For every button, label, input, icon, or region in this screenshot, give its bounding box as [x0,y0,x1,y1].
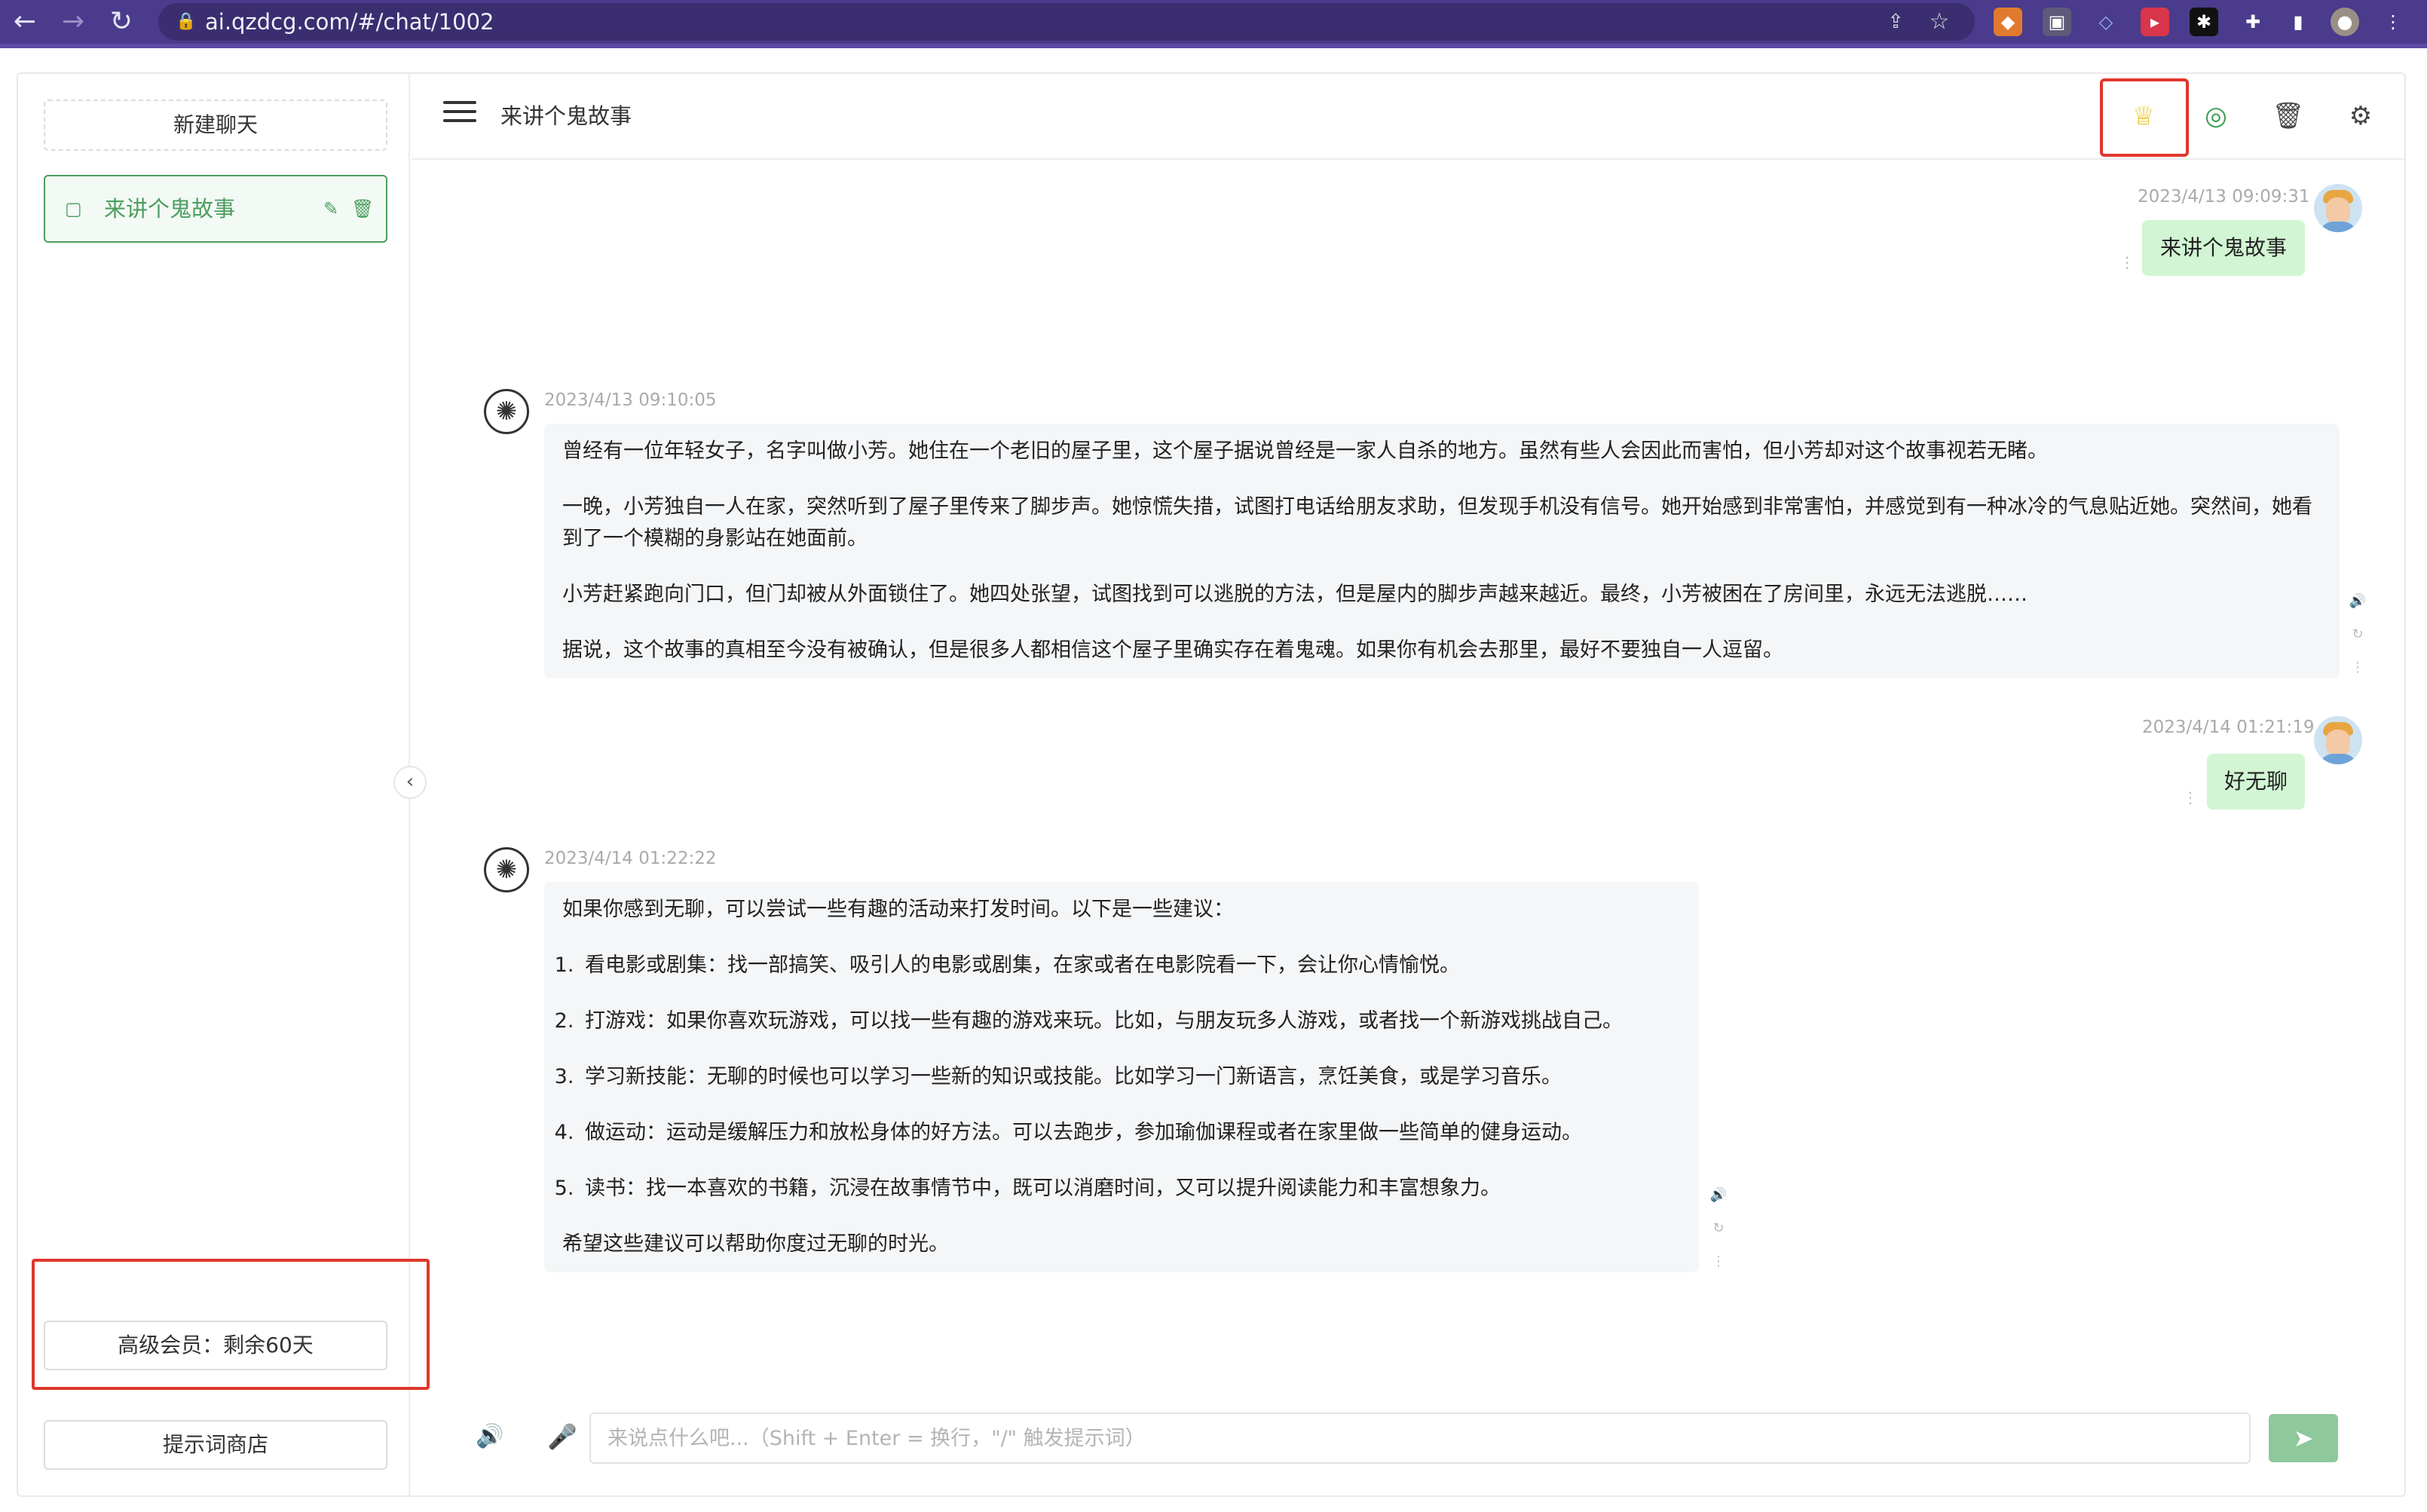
user-message-bubble: 好无聊 [2207,754,2305,810]
address-bar[interactable]: 🔒 ai.qzdcg.com/#/chat/1002 ⇪ ☆ [158,3,1975,41]
suggestion-list: 看电影或剧集：找一部搞笑、吸引人的电影或剧集，在家或者在电影院看一下，会让你心情… [580,950,1681,1204]
browser-toolbar: ← → ↻ 🔒 ai.qzdcg.com/#/chat/1002 ⇪ ☆ ◆ ▣… [0,0,2427,44]
more-options-icon[interactable]: ⋮ [2349,651,2367,684]
message-tools: 🔊 ↻ ⋮ [2349,585,2367,684]
message-paragraph: 据说，这个故事的真相至今没有被确认，但是很多人都相信这个屋子里确实存在着鬼魂。如… [562,638,1783,662]
message-time: 2023/4/13 09:09:31 [2138,187,2310,207]
message-intro: 如果你感到无聊，可以尝试一些有趣的活动来打发时间。以下是一些建议： [562,898,1234,921]
puzzle-extensions-icon[interactable]: ✚ [2239,8,2267,36]
openai-logo-icon: ✺ [484,389,529,434]
speaker-icon[interactable]: 🔊 [1709,1179,1728,1212]
refresh-icon[interactable]: ↻ [2349,618,2367,651]
message-tools: 🔊 ↻ ⋮ [1709,1179,1728,1278]
microphone-icon[interactable]: 🎤 [547,1420,577,1453]
sidepanel-icon[interactable]: ▮ [2284,8,2312,36]
send-button[interactable]: ➤ [2269,1414,2338,1462]
chat-header: 来讲个鬼故事 ♕ ◎ 🗑 ⚙ [412,74,2404,160]
message-time: 2023/4/14 01:22:22 [544,849,717,868]
chat-app: 新建聊天 ▢ 来讲个鬼故事 ✎ 🗑 高级会员：剩余60天 提示词商店 ‹ 来讲个… [17,72,2406,1497]
membership-button[interactable]: 高级会员：剩余60天 [44,1321,387,1370]
trash-icon[interactable]: 🗑 [2272,99,2305,133]
delete-icon[interactable]: 🗑 [351,197,374,220]
edit-icon[interactable]: ✎ [320,197,342,220]
message-paragraph: 曾经有一位年轻女子，名字叫做小芳。她住在一个老旧的屋子里，这个屋子据说曾经是一家… [562,439,2048,463]
chat-input[interactable] [589,1413,2251,1464]
forward-icon[interactable]: → [57,6,89,38]
profile-avatar[interactable]: ● [2331,8,2359,36]
refresh-icon[interactable]: ↻ [1709,1212,1728,1245]
message-paragraph: 小芳赶紧跑向门口，但门却被从外面锁住了。她四处张望，试图找到可以逃脱的方法，但是… [562,583,2028,606]
fox-extension-icon[interactable]: ◆ [1994,8,2022,36]
user-avatar [2314,716,2362,764]
whatsapp-icon[interactable]: ◎ [2199,99,2233,133]
more-options-icon[interactable]: ⋮ [2183,788,2198,807]
more-options-icon[interactable]: ⋮ [1709,1245,1728,1278]
voice-output-icon[interactable]: 🔊 [475,1420,505,1453]
prompt-store-button[interactable]: 提示词商店 [44,1420,387,1470]
assistant-message-bubble: 如果你感到无聊，可以尝试一些有趣的活动来打发时间。以下是一些建议： 看电影或剧集… [544,882,1699,1272]
new-chat-button[interactable]: 新建聊天 [44,99,387,151]
speaker-icon[interactable]: 🔊 [2349,585,2367,618]
openai-logo-icon: ✺ [484,847,529,892]
pocket-extension-icon[interactable]: ▸ [2141,8,2169,36]
chat-title: 来讲个鬼故事 [500,103,632,129]
assistant-message-bubble: 曾经有一位年轻女子，名字叫做小芳。她住在一个老旧的屋子里，这个屋子据说曾经是一家… [544,424,2340,678]
reload-icon[interactable]: ↻ [106,6,137,38]
back-icon[interactable]: ← [9,6,41,38]
list-item: 打游戏：如果你喜欢玩游戏，可以找一些有趣的游戏来玩。比如，与朋友玩多人游戏，或者… [580,1005,1681,1037]
list-item: 做运动：运动是缓解压力和放松身体的好方法。可以去跑步，参加瑜伽课程或者在家里做一… [580,1117,1681,1149]
list-item: 学习新技能：无聊的时候也可以学习一些新的知识或技能。比如学习一门新语言，烹饪美食… [580,1061,1681,1093]
more-menu-icon[interactable]: ⋮ [2379,8,2407,36]
sidebar-chat-item[interactable]: ▢ 来讲个鬼故事 ✎ 🗑 [44,175,387,243]
list-item: 读书：找一本喜欢的书籍，沉浸在故事情节中，既可以消磨时间，又可以提升阅读能力和丰… [580,1173,1681,1204]
settings-icon[interactable]: ⚙ [2344,99,2377,133]
menu-icon[interactable] [443,101,476,131]
user-avatar [2314,184,2362,232]
chat-main: 来讲个鬼故事 ♕ ◎ 🗑 ⚙ 2023/4/13 09:09:31 来讲个鬼故事… [412,74,2404,1495]
lock-icon: 🔒 [176,12,197,31]
more-options-icon[interactable]: ⋮ [2119,253,2135,271]
user-message-bubble: 来讲个鬼故事 [2142,220,2305,276]
url-text[interactable]: ai.qzdcg.com/#/chat/1002 [205,3,494,41]
chat-bubble-icon: ▢ [65,198,82,219]
share-icon[interactable]: ⇪ [1883,9,1908,35]
message-paragraph: 一晚，小芳独自一人在家，突然听到了屋子里传来了脚步声。她惊慌失措，试图打电话给朋… [562,495,2312,550]
dark-extension-icon[interactable]: ✱ [2190,8,2218,36]
browser-divider [0,44,2427,48]
glasses-extension-icon[interactable]: ▣ [2043,8,2071,36]
message-outro: 希望这些建议可以帮助你度过无聊的时光。 [562,1232,949,1256]
bookmark-star-icon[interactable]: ☆ [1927,9,1952,35]
crown-icon[interactable]: ♕ [2127,99,2160,133]
drop-extension-icon[interactable]: ◇ [2092,8,2120,36]
chat-item-title: 来讲个鬼故事 [104,196,236,222]
message-time: 2023/4/13 09:10:05 [544,390,717,410]
list-item: 看电影或剧集：找一部搞笑、吸引人的电影或剧集，在家或者在电影院看一下，会让你心情… [580,950,1681,981]
sidebar: 新建聊天 ▢ 来讲个鬼故事 ✎ 🗑 高级会员：剩余60天 提示词商店 [18,74,430,1495]
message-time: 2023/4/14 01:21:19 [2142,718,2315,737]
